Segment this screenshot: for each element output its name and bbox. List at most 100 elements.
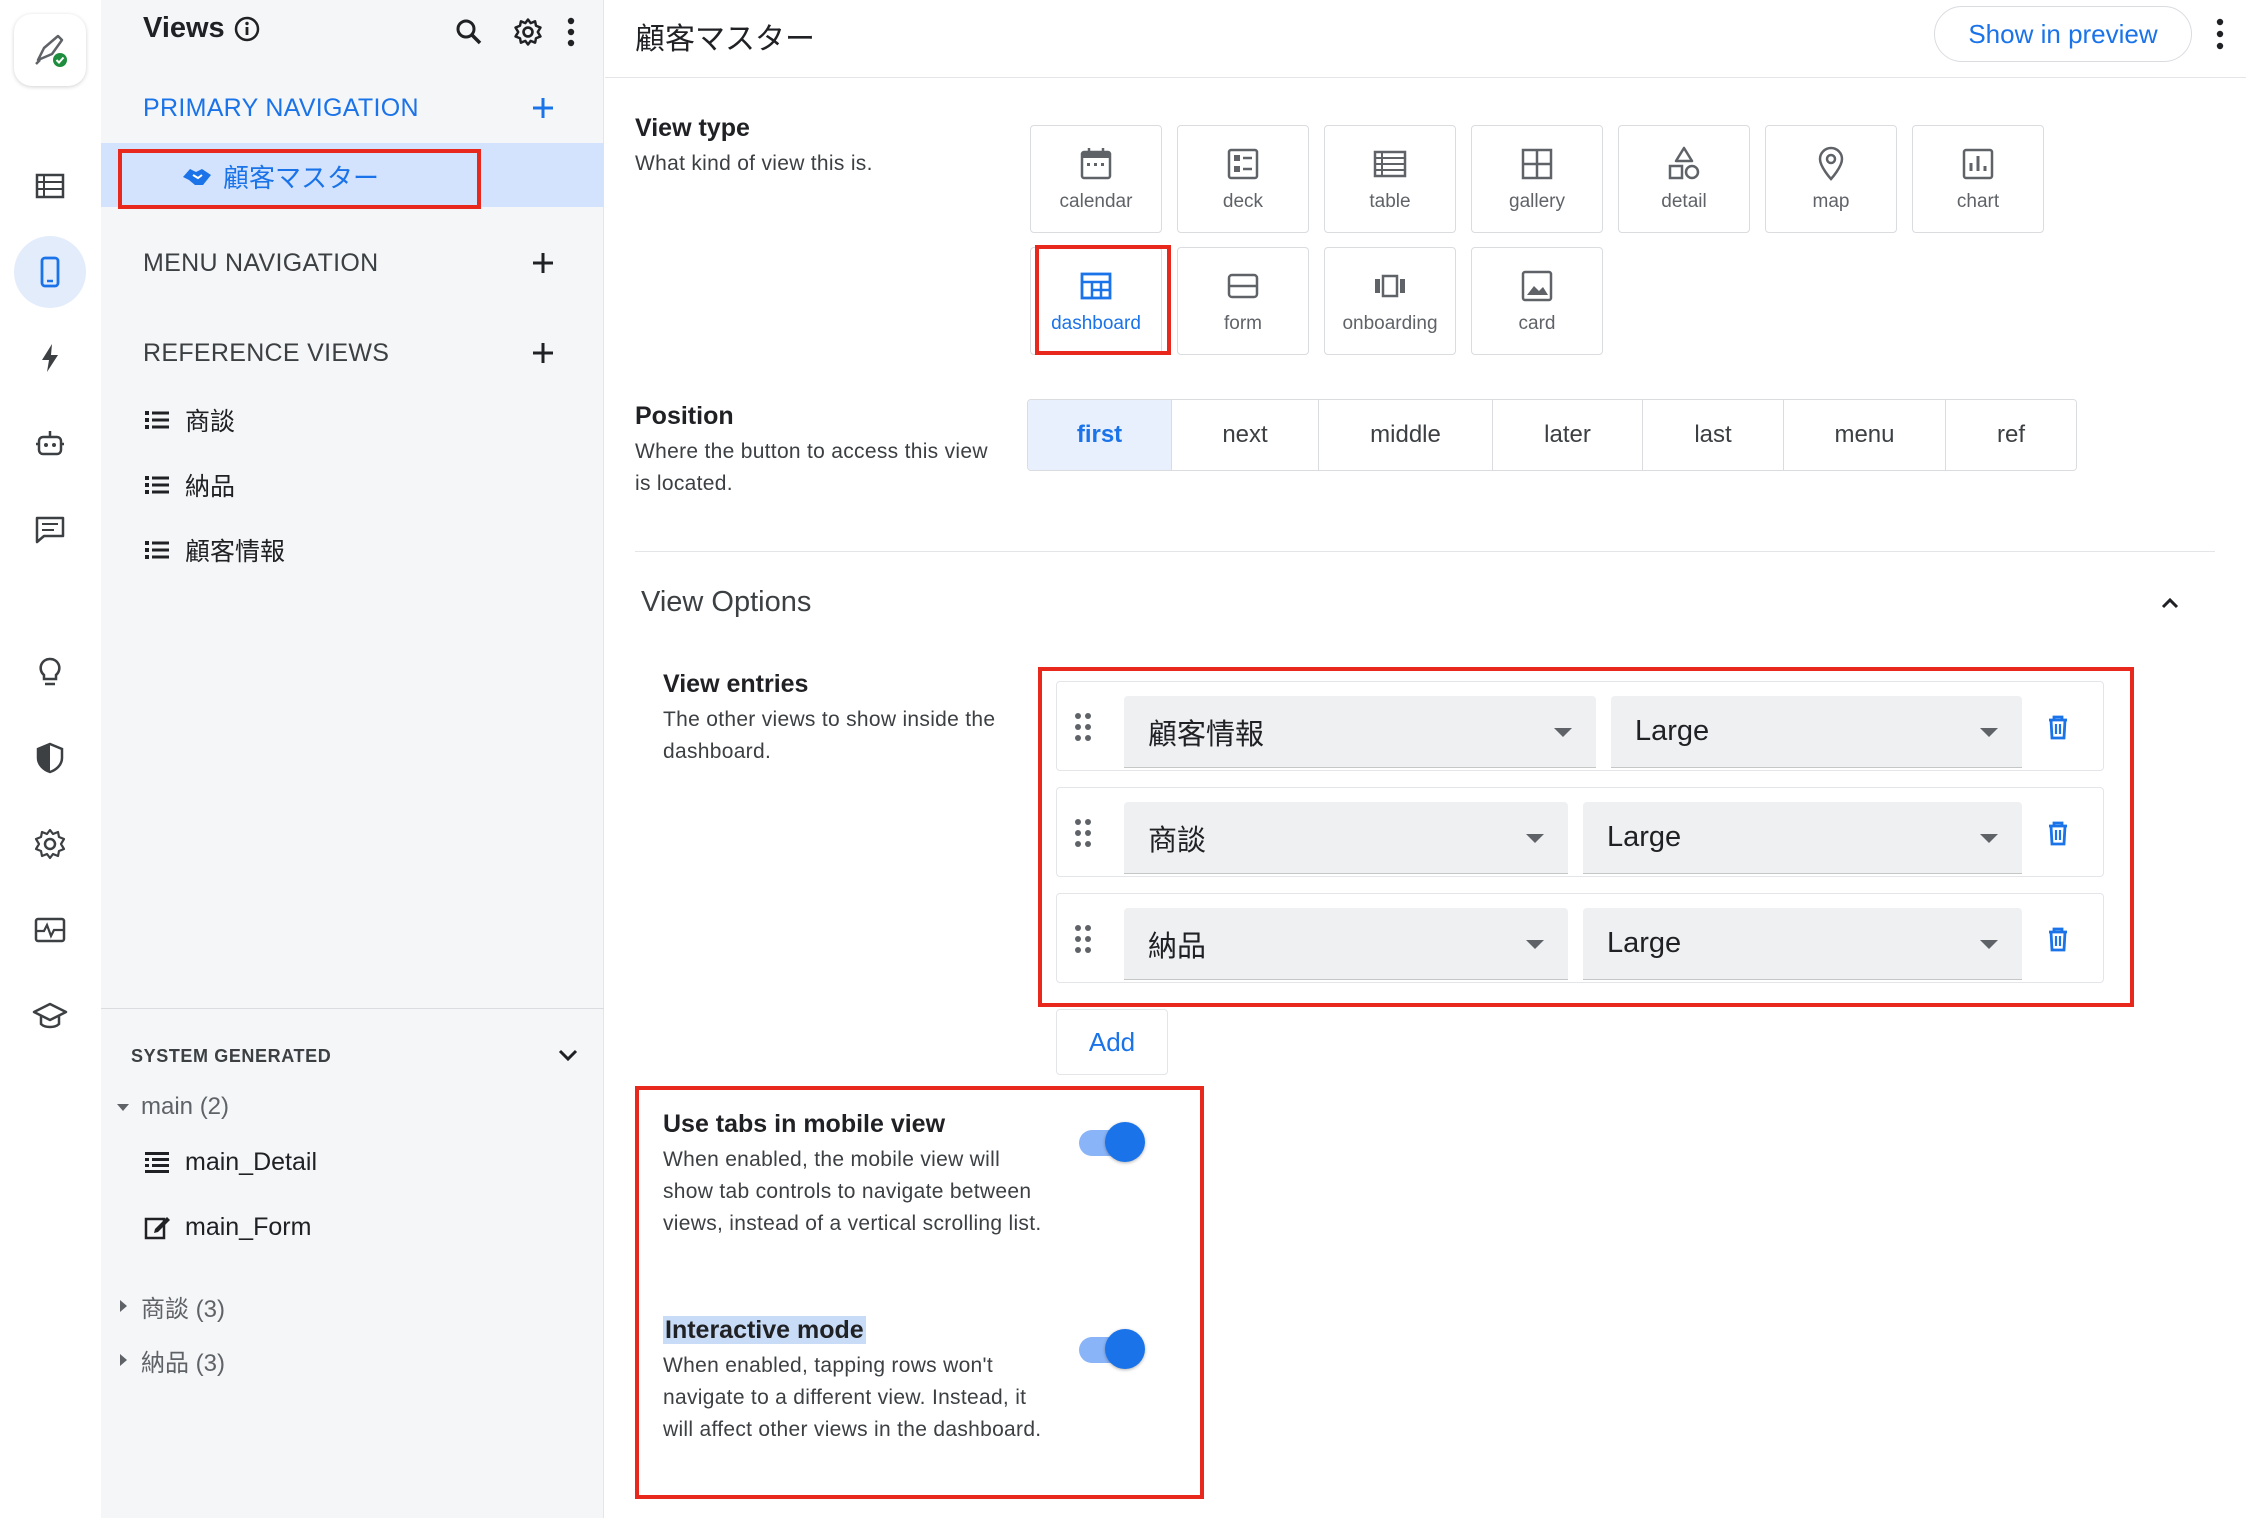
highlight-box <box>118 149 481 209</box>
position-last[interactable]: last <box>1643 400 1784 470</box>
show-in-preview-button[interactable]: Show in preview <box>1934 6 2192 62</box>
list-icon <box>145 411 169 429</box>
position-ref[interactable]: ref <box>1946 400 2076 470</box>
position-later[interactable]: later <box>1493 400 1643 470</box>
view-type-title: View type <box>635 114 750 142</box>
more-vert-icon[interactable] <box>553 14 589 50</box>
tree-item-main-form[interactable]: main_Form <box>143 1207 311 1247</box>
deck-icon <box>1227 148 1259 180</box>
app-views-icon[interactable] <box>14 236 86 308</box>
system-generated-label: SYSTEM GENERATED <box>131 1046 332 1066</box>
primary-navigation-label: PRIMARY NAVIGATION <box>143 93 419 122</box>
add-primary-view-plus-icon[interactable] <box>528 93 558 123</box>
position-description: Where the button to access this view is … <box>635 440 988 495</box>
view-options-title: View Options <box>641 586 812 618</box>
more-vert-icon[interactable] <box>2205 14 2235 54</box>
chat-icon[interactable] <box>14 494 86 566</box>
card-image-icon <box>1521 270 1553 302</box>
primary-navigation-section: PRIMARY NAVIGATION <box>101 78 604 138</box>
position-menu[interactable]: menu <box>1784 400 1946 470</box>
gallery-icon <box>1521 148 1553 180</box>
view-type-detail[interactable]: detail <box>1618 125 1750 233</box>
automation-bolt-icon[interactable] <box>14 322 86 394</box>
highlight-box <box>1035 245 1171 355</box>
info-icon[interactable] <box>233 15 261 43</box>
divider <box>635 551 2215 552</box>
position-title: Position <box>635 402 734 430</box>
tree-group-deliveries[interactable]: 納品 (3) <box>115 1342 225 1378</box>
icon-rail <box>0 0 101 1518</box>
view-type-label: gallery <box>1509 191 1565 212</box>
sidebar-item-ref-1[interactable]: 納品 <box>143 465 235 505</box>
reference-views-label: REFERENCE VIEWS <box>143 338 390 367</box>
view-type-onboarding[interactable]: onboarding <box>1324 247 1456 355</box>
data-icon[interactable] <box>14 150 86 222</box>
map-pin-icon <box>1818 146 1844 181</box>
tree-item-label: main_Form <box>185 1212 312 1241</box>
table-icon <box>1373 150 1407 178</box>
calendar-icon <box>1080 148 1112 180</box>
caret-right-icon <box>120 1300 127 1312</box>
add-menu-view-plus-icon[interactable] <box>528 248 558 278</box>
detail-list-icon <box>145 1152 169 1173</box>
list-icon <box>145 476 169 494</box>
monitor-activity-icon[interactable] <box>14 894 86 966</box>
view-type-label: calendar <box>1059 191 1133 212</box>
position-first[interactable]: first <box>1028 400 1172 470</box>
sidebar-item-ref-0[interactable]: 商談 <box>143 400 235 440</box>
reference-views-section: REFERENCE VIEWS <box>101 323 604 383</box>
position-next[interactable]: next <box>1172 400 1319 470</box>
view-type-gallery[interactable]: gallery <box>1471 125 1603 233</box>
view-type-map[interactable]: map <box>1765 125 1897 233</box>
view-type-label: map <box>1812 191 1850 212</box>
menu-navigation-label: MENU NAVIGATION <box>143 248 379 277</box>
tree-group-label: 納品 (3) <box>141 1349 225 1377</box>
detail-icon <box>1668 146 1700 180</box>
learn-graduation-icon[interactable] <box>14 980 86 1052</box>
form-icon <box>1227 273 1259 299</box>
views-header: Views <box>101 0 604 64</box>
menu-navigation-section: MENU NAVIGATION <box>101 233 604 293</box>
gear-icon[interactable] <box>510 14 546 50</box>
settings-gear-icon[interactable] <box>14 808 86 880</box>
view-entries-description: The other views to show inside the dashb… <box>663 708 996 763</box>
tree-item-label: main_Detail <box>185 1147 318 1176</box>
view-type-label: table <box>1369 191 1411 212</box>
search-icon[interactable] <box>451 14 487 50</box>
view-type-description: What kind of view this is. <box>635 152 873 175</box>
add-view-entry-button[interactable]: Add <box>1056 1009 1168 1075</box>
view-type-label: onboarding <box>1342 313 1438 334</box>
add-reference-view-plus-icon[interactable] <box>528 338 558 368</box>
position-middle[interactable]: middle <box>1319 400 1493 470</box>
tree-group-main[interactable]: main (2) <box>115 1089 229 1125</box>
highlight-box <box>1038 667 2134 1007</box>
lightbulb-icon[interactable] <box>14 636 86 708</box>
sidebar-item-ref-2[interactable]: 顧客情報 <box>143 530 285 570</box>
view-type-label: form <box>1224 313 1262 334</box>
tree-group-label: main (2) <box>141 1093 230 1120</box>
chevron-up-icon[interactable] <box>2155 588 2185 618</box>
view-type-label: detail <box>1661 191 1707 212</box>
tree-group-label: 商談 (3) <box>141 1295 225 1323</box>
tree-item-main-detail[interactable]: main_Detail <box>143 1142 317 1182</box>
view-type-label: deck <box>1222 191 1264 212</box>
view-type-chart[interactable]: chart <box>1912 125 2044 233</box>
view-type-deck[interactable]: deck <box>1177 125 1309 233</box>
view-entries-title: View entries <box>663 670 809 698</box>
tree-group-deals[interactable]: 商談 (3) <box>115 1288 225 1324</box>
view-type-calendar[interactable]: calendar <box>1030 125 1162 233</box>
top-bar: 顧客マスター Show in preview <box>605 0 2246 78</box>
bot-icon[interactable] <box>14 408 86 480</box>
view-type-card[interactable]: card <box>1471 247 1603 355</box>
chevron-down-icon[interactable] <box>553 1040 583 1070</box>
view-type-label: card <box>1518 313 1556 334</box>
security-shield-icon[interactable] <box>14 722 86 794</box>
page-title: 顧客マスター <box>635 23 815 56</box>
onboarding-icon <box>1375 274 1405 298</box>
view-type-table[interactable]: table <box>1324 125 1456 233</box>
sidebar-item-label: 顧客情報 <box>185 538 286 566</box>
view-type-form[interactable]: form <box>1177 247 1309 355</box>
app-logo-icon[interactable] <box>14 14 86 86</box>
main-panel: 顧客マスター Show in preview View type What ki… <box>605 0 2246 1518</box>
views-panel: Views PRIMARY NAVIGATION 顧客マスター MENU NAV… <box>101 0 604 1518</box>
